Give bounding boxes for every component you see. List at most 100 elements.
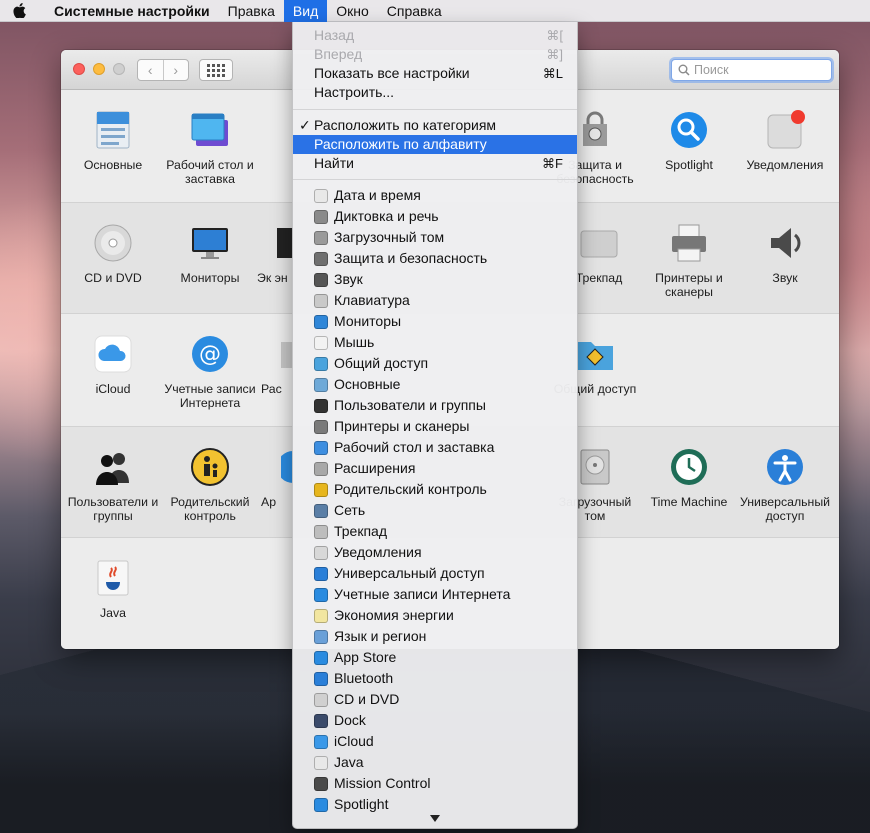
desktop-icon — [190, 110, 230, 150]
menu-pref-item[interactable]: Универсальный доступ — [293, 563, 577, 584]
pane-label: Учетные записи Интернета — [164, 382, 256, 410]
pane-cd-dvd[interactable]: CD и DVD — [65, 223, 161, 285]
menu-pref-item[interactable]: Загрузочный том — [293, 227, 577, 248]
menu-separator — [293, 179, 577, 180]
menu-pref-item[interactable]: Дата и время — [293, 185, 577, 206]
nav-buttons: ‹ › — [137, 59, 189, 81]
menu-item-label: CD и DVD — [334, 691, 400, 707]
pane-energy[interactable]: Эк эн — [257, 223, 293, 285]
search-input[interactable]: Поиск — [671, 59, 832, 81]
apple-icon[interactable] — [0, 3, 38, 18]
menu-view[interactable]: Вид — [283, 0, 328, 22]
menu-pref-item[interactable]: App Store — [293, 647, 577, 668]
pref-mini-icon — [314, 462, 328, 476]
menu-item-label: Сеть — [334, 502, 366, 518]
close-window-button[interactable] — [73, 63, 85, 75]
menu-pref-item[interactable]: Язык и регион — [293, 626, 577, 647]
forward-button[interactable]: › — [162, 60, 189, 80]
menu-pref-item[interactable]: Принтеры и сканеры — [293, 416, 577, 437]
menu-pref-item[interactable]: Защита и безопасность — [293, 248, 577, 269]
pane-label: Основные — [83, 158, 143, 172]
pref-mini-icon — [314, 504, 328, 518]
menu-pref-item[interactable]: Учетные записи Интернета — [293, 584, 577, 605]
menu-pref-item[interactable]: Spotlight — [293, 794, 577, 815]
zoom-window-button[interactable] — [113, 63, 125, 75]
menu-pref-item[interactable]: Bluetooth — [293, 668, 577, 689]
menu-pref-item[interactable]: iCloud — [293, 731, 577, 752]
menu-item-find[interactable]: Найти ⌘F — [293, 154, 577, 173]
minimize-window-button[interactable] — [93, 63, 105, 75]
pref-mini-icon — [314, 546, 328, 560]
pane-java[interactable]: Java — [65, 558, 161, 620]
pref-mini-icon — [314, 210, 328, 224]
menu-pref-item[interactable]: Экономия энергии — [293, 605, 577, 626]
menu-pref-item[interactable]: CD и DVD — [293, 689, 577, 710]
pref-mini-icon — [314, 735, 328, 749]
spotlight-icon — [669, 110, 709, 150]
scroll-down-arrow-icon[interactable] — [430, 815, 440, 822]
menu-edit[interactable]: Правка — [219, 0, 284, 22]
menu-item-alphabetical[interactable]: Расположить по алфавиту — [293, 135, 577, 154]
menu-pref-item[interactable]: Расширения — [293, 458, 577, 479]
pane-appstore[interactable]: Ар — [261, 447, 293, 509]
pane-sound[interactable]: Звук — [737, 223, 833, 285]
menu-pref-item[interactable]: Java — [293, 752, 577, 773]
pane-icloud[interactable]: iCloud — [65, 334, 161, 396]
pref-mini-icon — [314, 483, 328, 497]
menu-window[interactable]: Окно — [327, 0, 378, 22]
pane-label: Рас — [261, 382, 282, 396]
sound-icon — [765, 223, 805, 263]
menu-pref-item[interactable]: Диктовка и речь — [293, 206, 577, 227]
menu-item-back[interactable]: Назад ⌘[ — [293, 26, 577, 45]
menu-pref-item[interactable]: Mission Control — [293, 773, 577, 794]
pane-notifications[interactable]: Уведомления — [737, 110, 833, 172]
menu-item-label: Вперед — [314, 46, 363, 62]
menu-pref-item[interactable]: Dock — [293, 710, 577, 731]
internet-accounts-icon: @ — [190, 334, 230, 374]
pane-general[interactable]: Основные — [65, 110, 161, 172]
menu-item-by-category[interactable]: ✓ Расположить по категориям — [293, 116, 577, 135]
svg-text:@: @ — [199, 342, 221, 367]
pane-parental[interactable]: Родительский контроль — [162, 447, 258, 523]
menu-pref-item[interactable]: Сеть — [293, 500, 577, 521]
menu-item-label: Принтеры и сканеры — [334, 418, 470, 434]
shortcut-forward: ⌘] — [546, 47, 563, 62]
pane-monitors[interactable]: Мониторы — [162, 223, 258, 285]
pane-accessibility[interactable]: Универсальный доступ — [737, 447, 833, 523]
menu-item-label: Защита и безопасность — [334, 250, 488, 266]
menu-item-label: Звук — [334, 271, 363, 287]
menu-pref-item[interactable]: Рабочий стол и заставка — [293, 437, 577, 458]
menu-item-label: Java — [334, 754, 364, 770]
menu-pref-item[interactable]: Уведомления — [293, 542, 577, 563]
back-button[interactable]: ‹ — [138, 60, 163, 80]
pane-extensions[interactable]: Рас — [261, 334, 293, 396]
menu-pref-item[interactable]: Мышь — [293, 332, 577, 353]
menu-item-forward[interactable]: Вперед ⌘] — [293, 45, 577, 64]
menu-app-name[interactable]: Системные настройки — [38, 0, 219, 22]
pane-printers[interactable]: Принтеры и сканеры — [641, 223, 737, 299]
menu-pref-item[interactable]: Пользователи и группы — [293, 395, 577, 416]
menu-help[interactable]: Справка — [378, 0, 451, 22]
menu-pref-item[interactable]: Основные — [293, 374, 577, 395]
menu-item-customize[interactable]: Настроить... — [293, 83, 577, 102]
menu-pref-item[interactable]: Родительский контроль — [293, 479, 577, 500]
pane-label: Уведомления — [746, 158, 824, 172]
pane-internet-accounts[interactable]: @ Учетные записи Интернета — [162, 334, 258, 410]
menu-pref-item[interactable]: Трекпад — [293, 521, 577, 542]
menu-item-label: Показать все настройки — [314, 65, 470, 81]
pane-desktop[interactable]: Рабочий стол и заставка — [162, 110, 258, 186]
menu-pref-item[interactable]: Общий доступ — [293, 353, 577, 374]
menu-item-show-all[interactable]: Показать все настройки ⌘L — [293, 64, 577, 83]
shortcut-find: ⌘F — [542, 156, 563, 171]
menu-pref-item[interactable]: Мониторы — [293, 311, 577, 332]
menu-item-label: Рабочий стол и заставка — [334, 439, 495, 455]
menu-pref-item[interactable]: Звук — [293, 269, 577, 290]
pref-mini-icon — [314, 651, 328, 665]
pane-label: Ар — [261, 495, 277, 509]
pane-users[interactable]: Пользователи и группы — [65, 447, 161, 523]
menu-item-label: Загрузочный том — [334, 229, 445, 245]
menu-pref-item[interactable]: Клавиатура — [293, 290, 577, 311]
pane-time-machine[interactable]: Time Machine — [641, 447, 737, 509]
pane-spotlight[interactable]: Spotlight — [641, 110, 737, 172]
show-all-button[interactable] — [199, 59, 233, 81]
